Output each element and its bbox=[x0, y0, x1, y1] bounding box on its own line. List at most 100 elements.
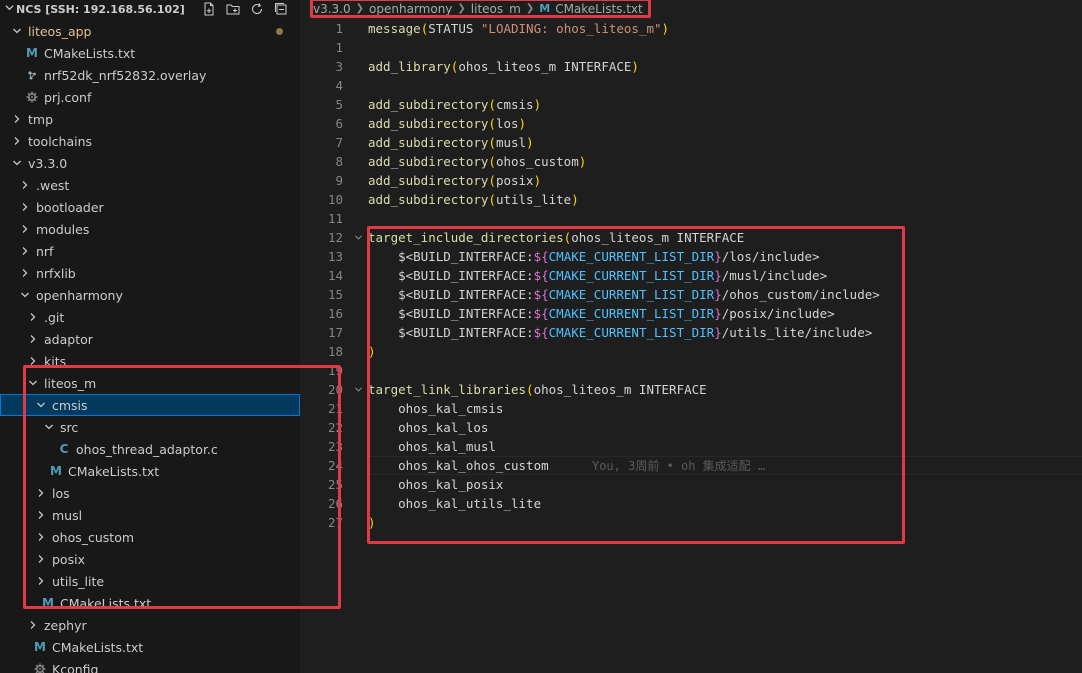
chevron-right-icon[interactable] bbox=[18, 218, 32, 240]
chevron-right-icon[interactable] bbox=[26, 614, 40, 636]
tree-folder-bootloader[interactable]: bootloader bbox=[0, 196, 300, 218]
tree-file-cmakelists-txt[interactable]: M CMakeLists.txt bbox=[0, 592, 300, 614]
tree-folder-nrfxlib[interactable]: nrfxlib bbox=[0, 262, 300, 284]
chevron-right-icon[interactable] bbox=[10, 130, 24, 152]
chevron-right-icon[interactable] bbox=[34, 482, 48, 504]
explorer-header[interactable]: NCS [SSH: 192.168.56.102] bbox=[0, 0, 300, 18]
tree-file-prj-conf[interactable]: prj.conf bbox=[0, 86, 300, 108]
code-line[interactable]: $<BUILD_INTERFACE:${CMAKE_CURRENT_LIST_D… bbox=[368, 266, 827, 285]
tree-folder-cmsis[interactable]: cmsis bbox=[0, 394, 300, 416]
code-line[interactable]: target_link_libraries(ohos_liteos_m INTE… bbox=[368, 380, 707, 399]
tree-item-label: cmsis bbox=[52, 397, 88, 413]
tree-folder-kits[interactable]: kits bbox=[0, 350, 300, 372]
chevron-right-icon[interactable] bbox=[26, 306, 40, 328]
code-line[interactable]: add_subdirectory(cmsis) bbox=[368, 95, 541, 114]
code-line[interactable]: $<BUILD_INTERFACE:${CMAKE_CURRENT_LIST_D… bbox=[368, 247, 820, 266]
tree-file-ohos-thread-adaptor-c[interactable]: Cohos_thread_adaptor.c bbox=[0, 438, 300, 460]
code-token: ( bbox=[526, 382, 534, 397]
tree-folder-openharmony[interactable]: openharmony bbox=[0, 284, 300, 306]
chevron-down-icon[interactable] bbox=[42, 416, 56, 438]
chevron-right-icon[interactable] bbox=[34, 526, 48, 548]
code-line[interactable]: $<BUILD_INTERFACE:${CMAKE_CURRENT_LIST_D… bbox=[368, 285, 880, 304]
code-token: target_link_libraries bbox=[368, 382, 527, 397]
code-line[interactable]: add_subdirectory(musl) bbox=[368, 133, 534, 152]
new-folder-icon[interactable] bbox=[226, 2, 240, 16]
workspace-title: NCS [SSH: 192.168.56.102] bbox=[16, 2, 185, 16]
tree-folder-liteos-m[interactable]: liteos_m bbox=[0, 372, 300, 394]
code-token: cmsis bbox=[495, 97, 534, 112]
code-line[interactable]: ) bbox=[368, 342, 376, 361]
tree-file-cmakelists-txt[interactable]: M CMakeLists.txt bbox=[0, 460, 300, 482]
chevron-right-icon[interactable] bbox=[18, 262, 32, 284]
tree-folder-git[interactable]: .git bbox=[0, 306, 300, 328]
tree-folder-west[interactable]: .west bbox=[0, 174, 300, 196]
tree-item-label: zephyr bbox=[44, 617, 87, 633]
code-line[interactable]: ohos_kal_ohos_custom You, 3周前 • oh 集成适配 … bbox=[368, 456, 765, 475]
tree-folder-los[interactable]: los bbox=[0, 482, 300, 504]
chevron-right-icon[interactable] bbox=[26, 350, 40, 372]
code-line[interactable]: ohos_kal_musl bbox=[368, 437, 496, 456]
breadcrumb-item-v330[interactable]: v3.3.0 bbox=[313, 2, 351, 16]
code-line[interactable]: add_subdirectory(los) bbox=[368, 114, 526, 133]
code-line[interactable]: ohos_kal_posix bbox=[368, 475, 503, 494]
tree-folder-v3-3-0[interactable]: v3.3.0 bbox=[0, 152, 300, 174]
chevron-down-icon[interactable] bbox=[10, 20, 24, 42]
tree-file-cmakelists-txt[interactable]: M CMakeLists.txt bbox=[0, 42, 300, 64]
line-number: 18 bbox=[327, 344, 343, 359]
chevron-right-icon[interactable] bbox=[18, 174, 32, 196]
code-line[interactable]: add_subdirectory(ohos_custom) bbox=[368, 152, 586, 171]
code-line[interactable]: add_subdirectory(utils_lite) bbox=[368, 190, 579, 209]
chevron-right-icon[interactable] bbox=[18, 196, 32, 218]
chevron-right-icon[interactable] bbox=[10, 108, 24, 130]
breadcrumb-file[interactable]: CMakeLists.txt bbox=[555, 2, 643, 16]
fold-chevron-icon[interactable] bbox=[352, 228, 364, 247]
chevron-right-icon[interactable] bbox=[18, 240, 32, 262]
tree-item-label: v3.3.0 bbox=[28, 155, 68, 171]
chevron-down-icon[interactable] bbox=[26, 372, 40, 394]
code-token: STATUS bbox=[428, 21, 481, 36]
tree-file-kconfig[interactable]: Kconfig bbox=[0, 658, 300, 673]
chevron-down-icon[interactable] bbox=[10, 152, 24, 174]
chevron-right-icon[interactable] bbox=[34, 504, 48, 526]
code-line[interactable]: add_subdirectory(posix) bbox=[368, 171, 541, 190]
code-line[interactable]: ohos_kal_utils_lite bbox=[368, 494, 541, 513]
tree-folder-utils-lite[interactable]: utils_lite bbox=[0, 570, 300, 592]
tree-folder-tmp[interactable]: tmp bbox=[0, 108, 300, 130]
chevron-right-icon[interactable] bbox=[34, 570, 48, 592]
code-editor[interactable]: v3.3.0 ❯ openharmony ❯ liteos_m ❯ M CMak… bbox=[301, 0, 1082, 673]
tree-folder-musl[interactable]: musl bbox=[0, 504, 300, 526]
tree-folder-nrf[interactable]: nrf bbox=[0, 240, 300, 262]
code-line[interactable]: ohos_kal_cmsis bbox=[368, 399, 503, 418]
code-token: } bbox=[714, 249, 722, 264]
tree-folder-liteos-app[interactable]: liteos_app bbox=[0, 20, 300, 42]
tree-folder-modules[interactable]: modules bbox=[0, 218, 300, 240]
breadcrumb-item-openharmony[interactable]: openharmony bbox=[369, 2, 452, 16]
tree-folder-ohos-custom[interactable]: ohos_custom bbox=[0, 526, 300, 548]
chevron-down-icon[interactable] bbox=[18, 284, 32, 306]
code-line[interactable]: add_library(ohos_liteos_m INTERFACE) bbox=[368, 57, 639, 76]
chevron-down-icon[interactable] bbox=[34, 394, 48, 416]
code-line[interactable]: $<BUILD_INTERFACE:${CMAKE_CURRENT_LIST_D… bbox=[368, 304, 835, 323]
code-line[interactable]: $<BUILD_INTERFACE:${CMAKE_CURRENT_LIST_D… bbox=[368, 323, 872, 342]
breadcrumb-item-liteos-m[interactable]: liteos_m bbox=[471, 2, 521, 16]
tree-folder-toolchains[interactable]: toolchains bbox=[0, 130, 300, 152]
fold-chevron-icon[interactable] bbox=[352, 380, 364, 399]
tree-file-nrf52dk-nrf52832-overlay[interactable]: nrf52dk_nrf52832.overlay bbox=[0, 64, 300, 86]
tree-folder-src[interactable]: src bbox=[0, 416, 300, 438]
code-token: ) bbox=[661, 21, 670, 36]
code-line[interactable]: ) bbox=[368, 513, 376, 532]
new-file-icon[interactable] bbox=[202, 2, 216, 16]
code-line[interactable]: message(STATUS "LOADING: ohos_liteos_m") bbox=[368, 19, 669, 38]
chevron-down-icon[interactable] bbox=[2, 3, 16, 15]
tree-item-label: prj.conf bbox=[44, 89, 92, 105]
refresh-icon[interactable] bbox=[250, 2, 264, 16]
collapse-all-icon[interactable] bbox=[274, 2, 288, 16]
chevron-right-icon[interactable] bbox=[26, 328, 40, 350]
tree-folder-posix[interactable]: posix bbox=[0, 548, 300, 570]
tree-folder-zephyr[interactable]: zephyr bbox=[0, 614, 300, 636]
chevron-right-icon[interactable] bbox=[34, 548, 48, 570]
code-line[interactable]: target_include_directories(ohos_liteos_m… bbox=[368, 228, 744, 247]
code-line[interactable]: ohos_kal_los bbox=[368, 418, 488, 437]
tree-folder-adaptor[interactable]: adaptor bbox=[0, 328, 300, 350]
tree-file-cmakelists-txt[interactable]: M CMakeLists.txt bbox=[0, 636, 300, 658]
